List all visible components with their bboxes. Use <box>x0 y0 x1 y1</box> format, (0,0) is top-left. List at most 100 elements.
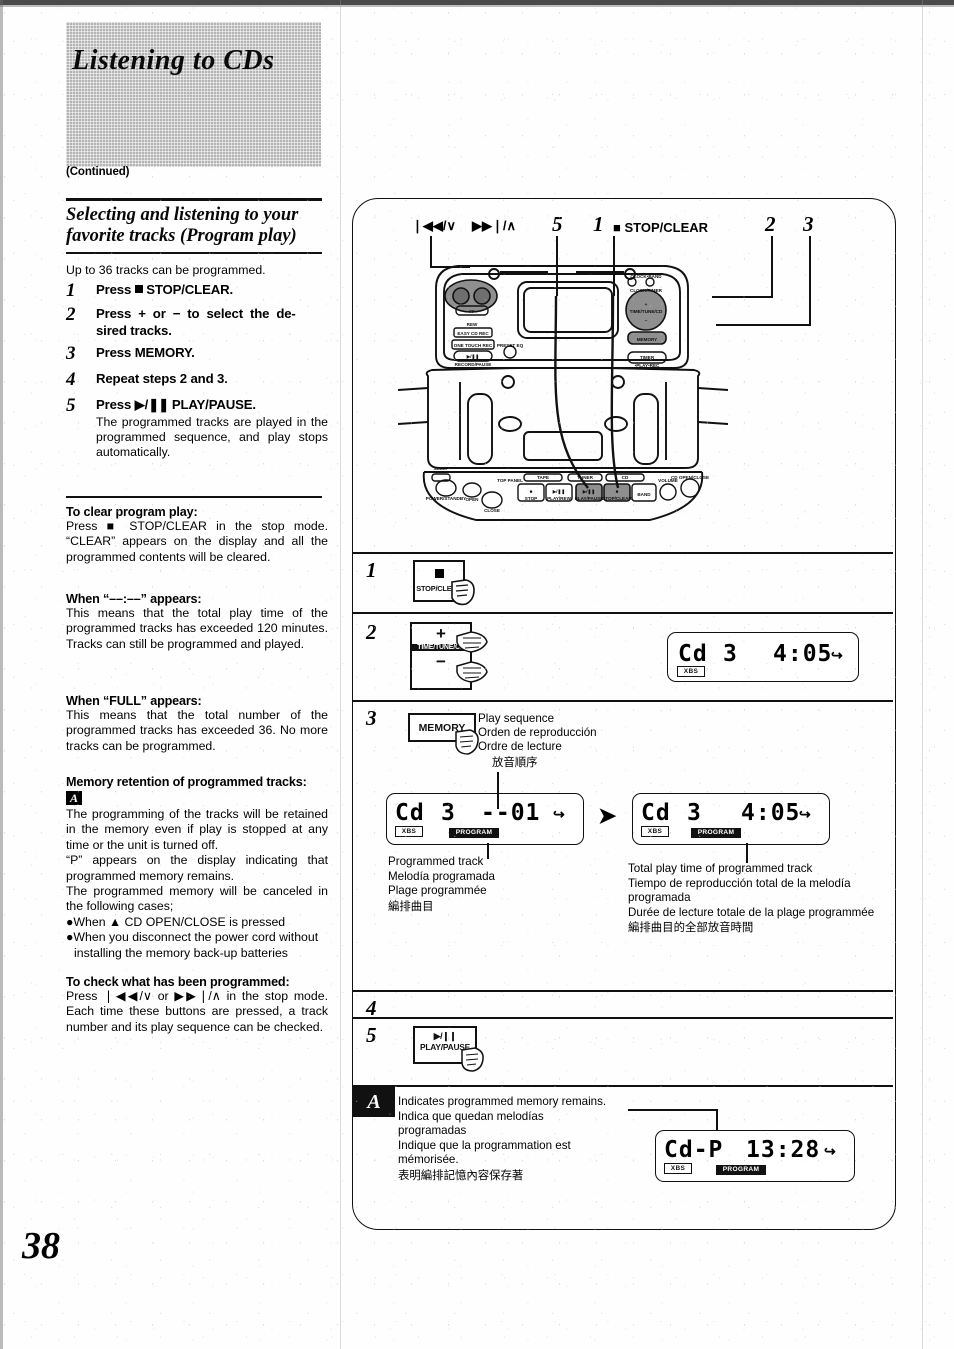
caption-fr: Durée de lecture totale de la plage prog… <box>628 905 875 919</box>
badge-a: A <box>353 1087 395 1117</box>
row-number-3: 3 <box>366 706 377 730</box>
leader-line-note-a <box>628 1109 718 1111</box>
section-heading-line1: Selecting and listening to your <box>66 205 299 225</box>
svg-text:+: + <box>645 302 648 307</box>
program-indicator: PROGRAM <box>691 828 741 838</box>
repeat-arrow-icon: ↪ <box>824 1143 836 1159</box>
step-text: Press STOP/CLEAR. <box>96 282 233 297</box>
row-divider-3 <box>353 700 893 702</box>
lcd-display-step3-right: Cd 3 4:05 ↪ XBS PROGRAM <box>632 793 830 845</box>
steps-list: 1 Press STOP/CLEAR. 2 Press + or − to se… <box>66 280 328 464</box>
page-number: 38 <box>22 1225 60 1267</box>
lcd-display-step2: Cd 3 4:05 ↪ XBS <box>667 632 859 682</box>
pointing-hand-icon <box>456 631 488 653</box>
note-a-es1: Indica que quedan melodías <box>398 1109 544 1123</box>
lcd-source: Cd <box>395 800 425 826</box>
label-skip-back: ❘◀◀/∨ <box>412 218 457 233</box>
memory-para-2: “P” appears on the display indicating th… <box>66 853 328 883</box>
step-number: 3 <box>66 343 76 364</box>
svg-text:SLEEP: SLEEP <box>433 466 448 471</box>
xbs-indicator: XBS <box>641 826 669 837</box>
svg-text:TIMER: TIMER <box>640 355 655 360</box>
note-body: This means that the total play time of t… <box>66 606 328 651</box>
caption-es: Tiempo de reproducción total de la melod… <box>628 876 851 905</box>
note-a-es2: programadas <box>398 1124 467 1138</box>
callout-2: 2 <box>765 212 776 236</box>
note-title: When “––:––” appears: <box>66 592 202 606</box>
stop-square-icon <box>134 285 143 293</box>
chapter-header-box <box>66 22 321 167</box>
step-number: 1 <box>66 280 76 301</box>
lcd-time: 13:28 <box>746 1137 821 1163</box>
row-divider-6 <box>353 1085 893 1087</box>
svg-text:CD OPEN/CLOSE: CD OPEN/CLOSE <box>671 475 709 480</box>
play-pause-glyph: ▶/❙❙ <box>433 1031 457 1041</box>
caption-en: Total play time of programmed track <box>628 862 813 875</box>
note-title: To check what has been programmed: <box>66 975 290 989</box>
badge-a: A <box>66 791 83 805</box>
note-dashes: When “––:––” appears: This means that th… <box>66 592 328 652</box>
leader-line-3-h <box>716 324 810 326</box>
svg-text:−: − <box>645 318 648 323</box>
note-clear-program: To clear program play: Press ■ STOP/CLEA… <box>66 505 328 565</box>
row-number-4: 4 <box>366 996 377 1020</box>
step-detail: The programmed tracks are played in the … <box>96 414 328 460</box>
step-text: Repeat steps 2 and 3. <box>96 371 228 386</box>
list-item: 2 Press + or − to select the de-sired tr… <box>66 304 328 339</box>
step-number: 2 <box>66 304 76 325</box>
flow-arrow-icon: ➤ <box>598 803 617 828</box>
row-divider-4 <box>353 990 893 992</box>
note-memory-retention: Memory retention of programmed tracks: A… <box>66 775 328 961</box>
memory-para-3: The programmed memory will be canceled i… <box>66 884 328 914</box>
lcd-time: 4:05 <box>773 641 833 667</box>
lcd-display-step3-left: Cd 3 --01 ↪ XBS PROGRAM <box>386 793 584 845</box>
note-a-cjk: 表明編排記憶內容保存著 <box>398 1167 524 1182</box>
lcd-display-note-a: Cd-P 13:28 ↪ XBS PROGRAM <box>655 1130 855 1182</box>
leader-tick-seq-into-lcd <box>497 793 499 809</box>
xbs-indicator: XBS <box>677 666 705 677</box>
lcd-time: 4:05 <box>741 800 801 826</box>
svg-text:REW: REW <box>467 322 478 327</box>
lead-text: Up to 36 tracks can be programmed. <box>66 263 266 277</box>
lcd-source: Cd <box>641 800 671 826</box>
scan-left-edge <box>0 0 3 1349</box>
memory-bullet-1: ●When ▲ CD OPEN/CLOSE is pressed <box>66 914 286 929</box>
caption-en: Programmed track <box>388 855 484 868</box>
pointing-hand-icon <box>461 1047 484 1072</box>
svg-text:PRESET EQ: PRESET EQ <box>497 343 524 348</box>
note-title: When “FULL” appears: <box>66 694 202 708</box>
manual-page: Listening to CDs (Continued) Selecting a… <box>0 0 954 1349</box>
row-number-2: 2 <box>366 620 377 644</box>
note-body: Press ■ STOP/CLEAR in the stop mode. “CL… <box>66 519 328 564</box>
note-title: To clear program play: <box>66 505 198 519</box>
row-number-1: 1 <box>366 558 377 582</box>
step-number: 4 <box>66 369 76 390</box>
lcd-sequence: --01 <box>481 800 541 826</box>
scan-top-edge-shadow <box>0 5 954 7</box>
divider-notes <box>66 496 322 498</box>
caption-total-play-time: Total play time of programmed track Tiem… <box>628 862 890 935</box>
row-number-5: 5 <box>366 1023 377 1047</box>
xbs-indicator: XBS <box>395 826 423 837</box>
lcd-track: 3 <box>441 800 456 826</box>
svg-text:POWER/STANDBY: POWER/STANDBY <box>426 496 467 501</box>
step-number: 5 <box>66 395 76 416</box>
list-item: 4 Repeat steps 2 and 3. <box>66 369 328 391</box>
memory-para-1: The programming of the tracks will be re… <box>66 807 328 852</box>
row-divider-5 <box>353 1017 893 1019</box>
xbs-indicator: XBS <box>664 1163 692 1174</box>
note-body: Press ❘◀◀/∨ or ▶▶❘/∧ in the stop mode. E… <box>66 989 328 1034</box>
svg-text:STOP: STOP <box>525 496 537 501</box>
step-text: Press MEMORY. <box>96 345 195 360</box>
svg-text:EASY CD REC: EASY CD REC <box>457 331 489 336</box>
step-text: Press + or − to select the de-sired trac… <box>96 306 296 338</box>
svg-text:■: ■ <box>616 489 619 494</box>
leader-tick-caption-right <box>746 843 748 863</box>
svg-text:PLAY/REW: PLAY/REW <box>547 496 571 501</box>
list-item: 1 Press STOP/CLEAR. <box>66 280 328 302</box>
caption-cjk: 編排曲目 <box>388 898 434 913</box>
program-indicator: PROGRAM <box>716 1165 766 1175</box>
svg-text:CLOSE: CLOSE <box>484 508 500 513</box>
svg-text:CD: CD <box>622 475 629 480</box>
note-a-en: Indicates programmed memory remains. <box>398 1095 607 1108</box>
